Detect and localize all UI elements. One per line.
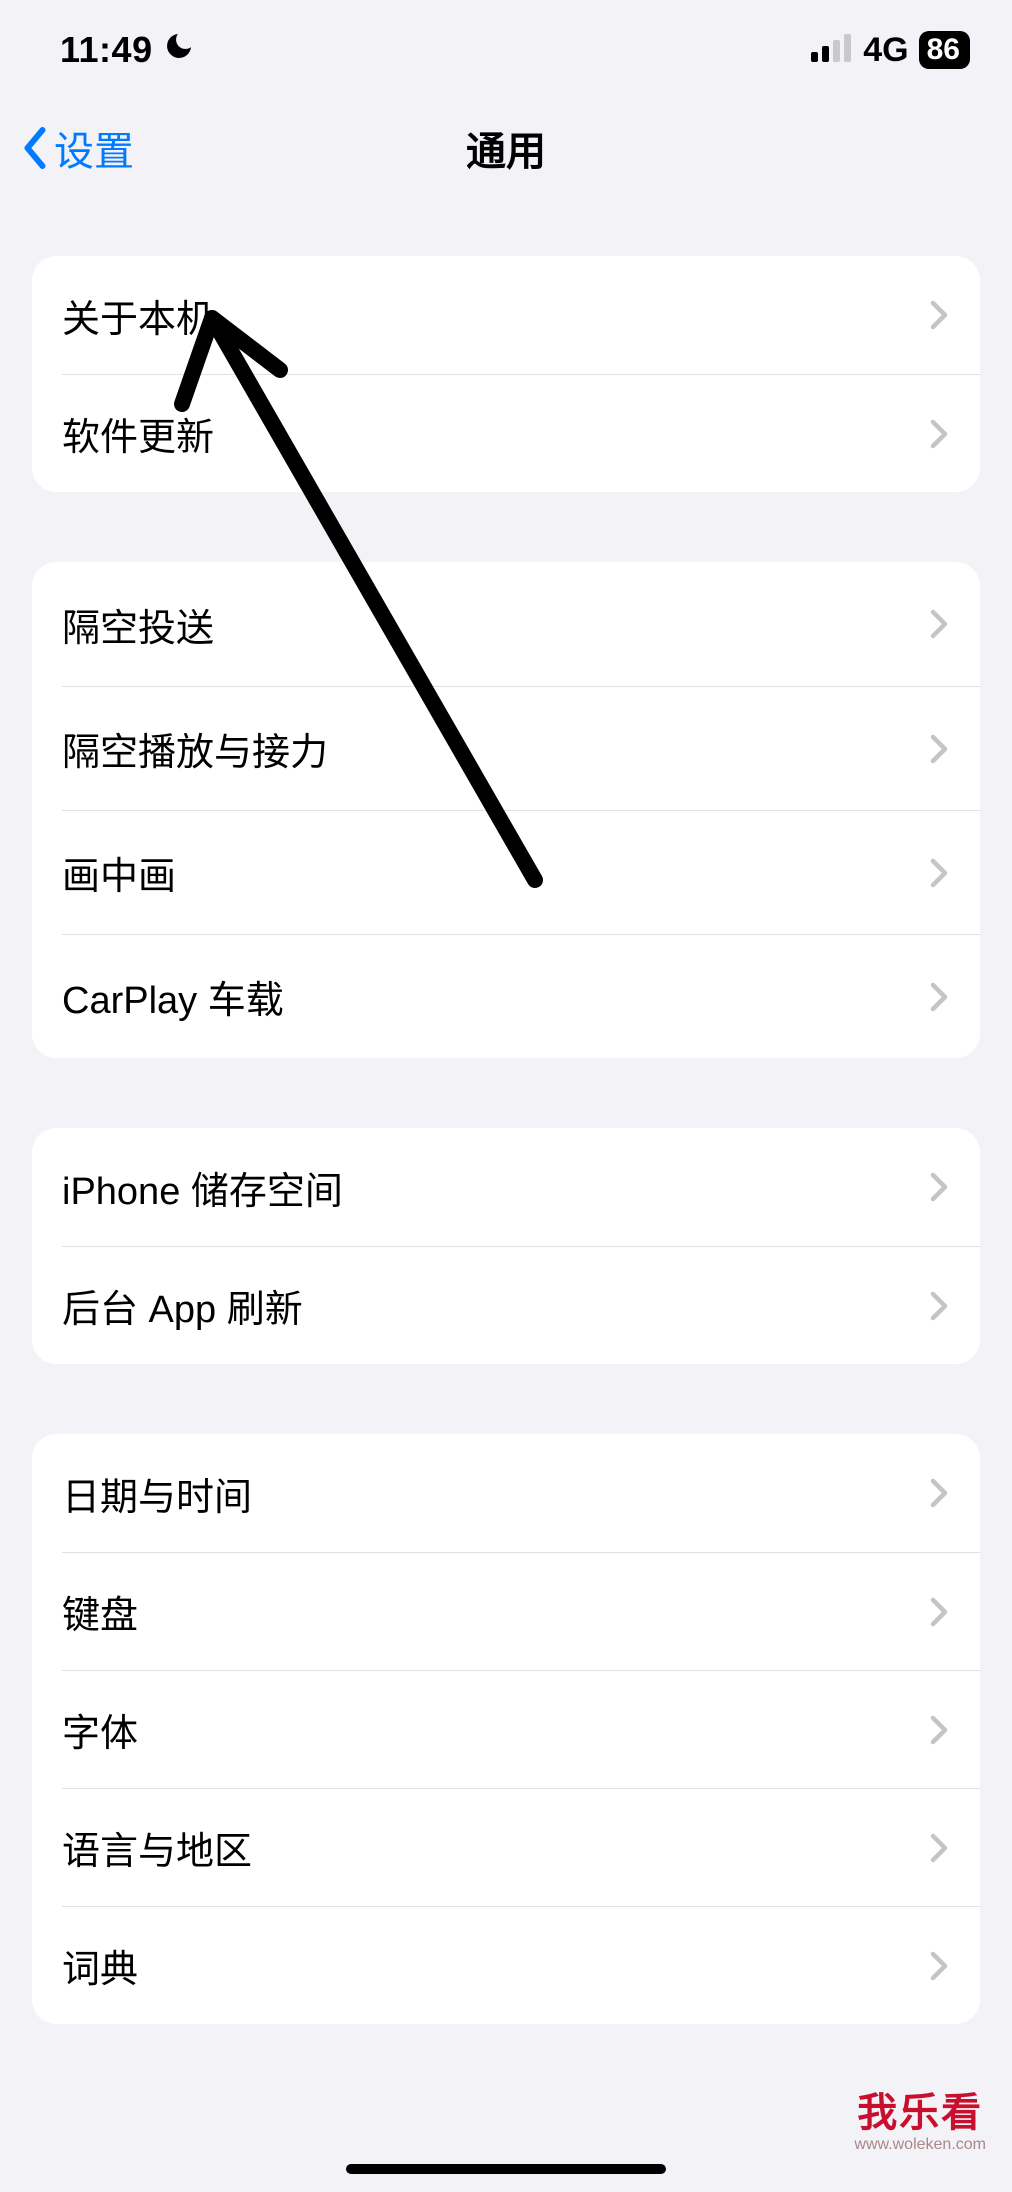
row-bg-refresh[interactable]: 后台 App 刷新: [62, 1246, 980, 1364]
row-software-update[interactable]: 软件更新: [62, 374, 980, 492]
row-label: 隔空投送: [62, 597, 930, 652]
row-carplay[interactable]: CarPlay 车载: [62, 934, 980, 1058]
row-keyboard[interactable]: 键盘: [62, 1552, 980, 1670]
row-label: 软件更新: [62, 406, 930, 461]
row-label: 关于本机: [62, 288, 930, 343]
row-label: 画中画: [62, 845, 930, 900]
battery-badge: 86: [919, 31, 970, 69]
status-right: 4G 86: [811, 29, 970, 71]
group-system: 日期与时间 键盘 字体 语言与地区 词典: [32, 1434, 980, 2024]
group-about: 关于本机 软件更新: [32, 256, 980, 492]
page-title: 通用: [0, 119, 1012, 177]
row-pip[interactable]: 画中画: [62, 810, 980, 934]
row-label: 键盘: [62, 1584, 930, 1639]
status-bar: 11:49 4G 86: [0, 0, 1012, 100]
row-about[interactable]: 关于本机: [32, 256, 980, 374]
chevron-right-icon: [930, 1833, 948, 1863]
chevron-right-icon: [930, 1478, 948, 1508]
status-left: 11:49: [60, 29, 195, 71]
row-label: 字体: [62, 1702, 930, 1757]
moon-icon: [163, 29, 195, 71]
chevron-right-icon: [930, 982, 948, 1012]
row-label: 隔空播放与接力: [62, 721, 930, 776]
row-fonts[interactable]: 字体: [62, 1670, 980, 1788]
cellular-label: 4G: [863, 31, 908, 70]
chevron-left-icon: [22, 127, 48, 169]
home-indicator: [346, 2164, 666, 2174]
chevron-right-icon: [930, 1715, 948, 1745]
row-airdrop[interactable]: 隔空投送: [32, 562, 980, 686]
row-label: 词典: [62, 1938, 930, 1993]
row-airplay[interactable]: 隔空播放与接力: [62, 686, 980, 810]
group-airdrop: 隔空投送 隔空播放与接力 画中画 CarPlay 车载: [32, 562, 980, 1058]
cellular-signal-icon: [811, 29, 853, 71]
watermark: 我乐看 www.woleken.com: [854, 2080, 986, 2154]
row-label: 语言与地区: [62, 1820, 930, 1875]
chevron-right-icon: [930, 419, 948, 449]
watermark-main: 我乐看: [854, 2080, 986, 2138]
chevron-right-icon: [930, 1951, 948, 1981]
nav-bar: 设置 通用: [0, 100, 1012, 196]
row-lang-region[interactable]: 语言与地区: [62, 1788, 980, 1906]
back-button[interactable]: 设置: [0, 119, 134, 177]
row-dictionary[interactable]: 词典: [62, 1906, 980, 2024]
group-storage: iPhone 储存空间 后台 App 刷新: [32, 1128, 980, 1364]
watermark-sub: www.woleken.com: [854, 2136, 986, 2154]
chevron-right-icon: [930, 300, 948, 330]
row-label: 日期与时间: [62, 1466, 930, 1521]
row-label: 后台 App 刷新: [62, 1278, 930, 1333]
row-storage[interactable]: iPhone 储存空间: [32, 1128, 980, 1246]
battery-percent: 86: [927, 33, 960, 67]
chevron-right-icon: [930, 609, 948, 639]
chevron-right-icon: [930, 1597, 948, 1627]
chevron-right-icon: [930, 1291, 948, 1321]
chevron-right-icon: [930, 858, 948, 888]
chevron-right-icon: [930, 734, 948, 764]
status-time: 11:49: [60, 29, 153, 71]
chevron-right-icon: [930, 1172, 948, 1202]
row-label: iPhone 储存空间: [62, 1160, 930, 1215]
settings-list: 关于本机 软件更新 隔空投送 隔空播放与接力 画中画: [0, 256, 1012, 2024]
row-date-time[interactable]: 日期与时间: [32, 1434, 980, 1552]
row-label: CarPlay 车载: [62, 969, 930, 1024]
back-label: 设置: [54, 119, 134, 177]
